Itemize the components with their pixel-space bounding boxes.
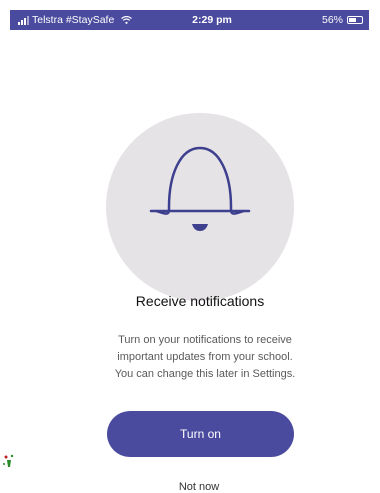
wifi-icon [121,16,133,24]
battery-percent: 56% [321,14,343,26]
signal-icon [18,15,29,25]
bell-icon [149,146,251,231]
status-time: 2:29 pm [192,14,232,26]
notification-illustration [106,113,294,301]
page-title: Receive notifications [135,293,265,309]
description-text: Turn on your notifications to receive im… [70,332,340,383]
turn-on-button[interactable]: Turn on [107,411,294,457]
status-bar-left: Telstra #StaySafe [18,14,158,26]
notifications-permission-screen: Telstra #StaySafe 2:29 pm 56% Receive no… [0,0,380,493]
status-bar: Telstra #StaySafe 2:29 pm 56% [10,10,369,30]
decorative-artifact-icon [3,454,14,467]
description-line: You can change this later in Settings. [114,368,296,380]
description-line: Turn on your notifications to receive [118,334,292,346]
not-now-button[interactable]: Not now [0,481,380,493]
status-bar-right: 56% [262,14,363,26]
battery-icon [347,16,363,24]
carrier-name: Telstra #StaySafe [32,14,115,26]
description-line: important updates from your school. [117,351,293,363]
